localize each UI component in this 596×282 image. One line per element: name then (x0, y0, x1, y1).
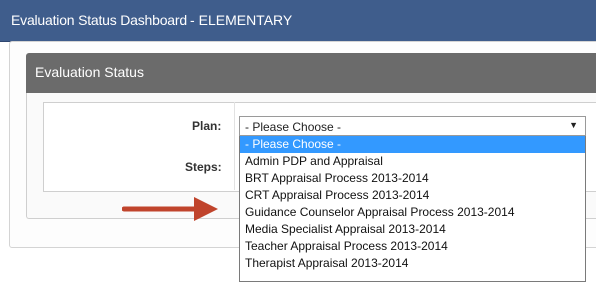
school-name: ELEMENTARY (198, 12, 293, 28)
plan-option[interactable]: - Please Choose - (240, 136, 585, 153)
plan-option[interactable]: Guidance Counselor Appraisal Process 201… (240, 204, 585, 221)
evaluation-status-panel-header: Evaluation Status (26, 53, 596, 93)
annotation-arrow-icon (122, 197, 218, 221)
plan-option[interactable]: Teacher Appraisal Process 2013-2014 (240, 238, 585, 255)
plan-option[interactable]: CRT Appraisal Process 2013-2014 (240, 187, 585, 204)
plan-select[interactable]: - Please Choose - ▼ (239, 116, 586, 136)
dashboard-header: Evaluation Status Dashboard - ELEMENTARY (0, 0, 596, 42)
plan-option[interactable]: Therapist Appraisal 2013-2014 (240, 255, 585, 272)
label-column (44, 102, 235, 190)
plan-option[interactable]: Admin PDP and Appraisal (240, 153, 585, 170)
plan-label: Plan: (192, 119, 222, 133)
plan-option[interactable]: Media Specialist Appraisal 2013-2014 (240, 221, 585, 238)
steps-label: Steps: (185, 160, 222, 174)
plan-dropdown-list: - Please Choose - Admin PDP and Appraisa… (239, 136, 586, 282)
plan-option[interactable]: BRT Appraisal Process 2013-2014 (240, 170, 585, 187)
dashboard-title: Evaluation Status Dashboard (11, 12, 187, 28)
plan-select-value: - Please Choose - (245, 120, 342, 134)
title-separator: - (189, 12, 195, 28)
chevron-down-icon: ▼ (569, 120, 578, 130)
panel-title: Evaluation Status (35, 64, 144, 80)
